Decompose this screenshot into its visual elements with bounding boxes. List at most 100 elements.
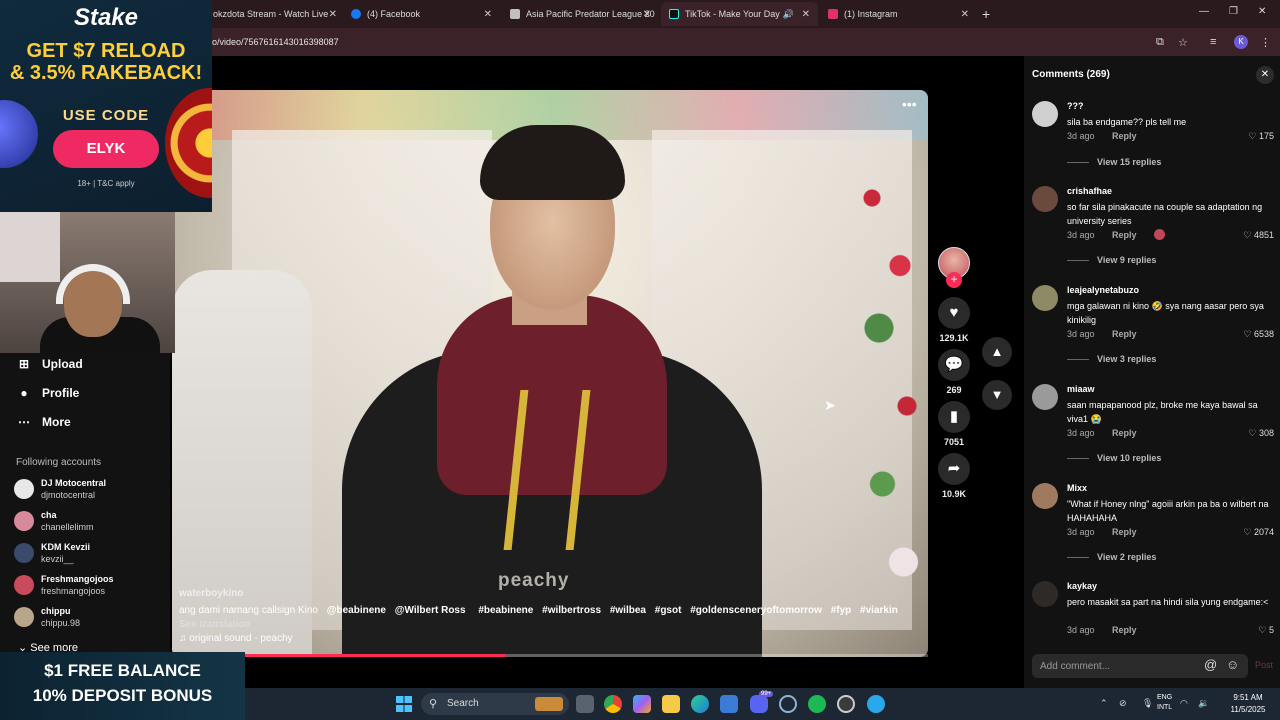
close-tab-icon[interactable]: ✕ xyxy=(484,9,492,20)
steam-icon[interactable] xyxy=(779,695,797,713)
previous-video-button[interactable]: ▲ xyxy=(982,337,1012,367)
hashtag-link[interactable]: #viarkin xyxy=(860,605,898,616)
comment-username[interactable]: kaykay xyxy=(1067,581,1097,591)
video-author[interactable]: waterboykino xyxy=(179,588,243,599)
hashtag-link[interactable]: #gsot xyxy=(655,605,682,616)
tab-tiktok[interactable]: TikTok - Make Your Day 🔊 ✕ xyxy=(661,2,818,26)
taskbar-clock[interactable]: 9:51 AM 11/5/2025 xyxy=(1219,692,1277,716)
stake-ad-banner[interactable]: Stake GET $7 RELOAD & 3.5% RAKEBACK! USE… xyxy=(0,0,212,212)
share-button[interactable]: ➦ xyxy=(938,453,970,485)
comment-username[interactable]: ??? xyxy=(1067,101,1084,111)
obs-icon[interactable] xyxy=(837,695,855,713)
chrome-icon[interactable] xyxy=(604,695,622,713)
close-window-icon[interactable]: ✕ xyxy=(1258,6,1266,17)
comment-like[interactable]: ♡ 2074 xyxy=(1243,527,1274,538)
cast-icon[interactable]: ⧉ xyxy=(1156,36,1164,49)
network-icon[interactable]: ⊘ xyxy=(1119,698,1127,709)
hashtag-link[interactable]: #wilbea xyxy=(610,605,646,616)
reply-button[interactable]: Reply xyxy=(1112,230,1137,240)
mention-link[interactable]: @Wilbert Ross xyxy=(395,605,466,616)
comment-username[interactable]: crishafhae xyxy=(1067,186,1112,196)
comment-like[interactable]: ♡ 6538 xyxy=(1243,329,1274,340)
avatar[interactable] xyxy=(1032,101,1058,127)
comment-like[interactable]: ♡ 4851 xyxy=(1243,230,1274,241)
avatar[interactable] xyxy=(1032,581,1058,607)
media-controls-icon[interactable]: ≡ xyxy=(1210,36,1216,48)
next-video-button[interactable]: ▼ xyxy=(982,380,1012,410)
volume-icon[interactable]: 🔉 xyxy=(1198,698,1209,709)
new-tab-icon[interactable]: + xyxy=(982,6,990,22)
task-view-icon[interactable] xyxy=(576,695,594,713)
view-replies-button[interactable]: View 15 replies xyxy=(1067,157,1161,167)
bookmark-star-icon[interactable]: ☆ xyxy=(1178,36,1188,49)
reply-button[interactable]: Reply xyxy=(1112,329,1137,339)
view-replies-button[interactable]: View 10 replies xyxy=(1067,453,1161,463)
hashtag-link[interactable]: #fyp xyxy=(831,605,852,616)
close-tab-icon[interactable]: ✕ xyxy=(802,9,810,20)
tray-chevron-up-icon[interactable]: ⌃ xyxy=(1100,698,1108,709)
emoji-icon[interactable]: ☺ xyxy=(1226,657,1239,672)
comment-username[interactable]: leajealynetabuzo xyxy=(1067,285,1139,295)
spotify-icon[interactable] xyxy=(808,695,826,713)
url-text[interactable]: o/video/7567616143016398087 xyxy=(212,37,339,47)
microphone-icon[interactable]: 🎙 xyxy=(1142,698,1153,709)
follow-plus-icon[interactable]: + xyxy=(946,272,962,288)
avatar[interactable] xyxy=(1032,285,1058,311)
avatar[interactable] xyxy=(1032,384,1058,410)
mention-link[interactable]: @beabinene xyxy=(327,605,386,616)
comment-like[interactable]: ♡ 175 xyxy=(1248,131,1274,142)
avatar[interactable] xyxy=(1032,186,1058,212)
following-account[interactable]: chippu chippu.98 xyxy=(14,604,164,632)
hashtag-link[interactable]: #goldensceneryoftomorrow xyxy=(690,605,822,616)
comment-like[interactable]: ♡ 308 xyxy=(1248,428,1274,439)
file-explorer-icon[interactable] xyxy=(662,695,680,713)
see-translation-link[interactable]: See translation xyxy=(179,619,251,630)
telegram-icon[interactable] xyxy=(867,695,885,713)
view-replies-button[interactable]: View 9 replies xyxy=(1067,255,1156,265)
promo-code-button[interactable]: ELYK xyxy=(53,130,159,168)
following-account[interactable]: Freshmangojoos freshmangojoos xyxy=(14,572,164,600)
sound-link[interactable]: ♫ original sound - peachy xyxy=(179,633,293,644)
menu-kebab-icon[interactable]: ⋮ xyxy=(1260,36,1271,49)
close-comments-button[interactable]: ✕ xyxy=(1256,66,1274,84)
save-button[interactable]: ▮ xyxy=(938,401,970,433)
video-progress-bar[interactable] xyxy=(172,654,928,657)
close-tab-icon[interactable]: ✕ xyxy=(643,9,651,20)
comment-username[interactable]: Mixx xyxy=(1067,483,1087,493)
view-replies-button[interactable]: View 3 replies xyxy=(1067,354,1156,364)
restore-icon[interactable]: ❐ xyxy=(1229,6,1238,17)
tab-instagram[interactable]: (1) Instagram ✕ xyxy=(820,2,977,26)
comment-button[interactable]: 💬 xyxy=(938,349,970,381)
input-language[interactable]: ENG INTL xyxy=(1157,693,1172,713)
sidebar-item-profile[interactable]: ● Profile xyxy=(16,386,79,400)
reply-button[interactable]: Reply xyxy=(1112,625,1137,635)
close-tab-icon[interactable]: ✕ xyxy=(329,9,337,20)
profile-avatar[interactable]: K xyxy=(1234,35,1248,49)
bonus-ad-banner[interactable]: $1 FREE BALANCE 10% DEPOSIT BONUS xyxy=(0,652,245,720)
reply-button[interactable]: Reply xyxy=(1112,527,1137,537)
add-comment-input[interactable] xyxy=(1040,658,1200,674)
following-account[interactable]: cha chanellelimm xyxy=(14,508,164,536)
mention-icon[interactable]: @ xyxy=(1204,657,1217,672)
tab-facebook[interactable]: (4) Facebook ✕ xyxy=(343,2,500,26)
reply-button[interactable]: Reply xyxy=(1112,428,1137,438)
wifi-icon[interactable]: ◠ xyxy=(1180,698,1188,709)
reply-button[interactable]: Reply xyxy=(1112,131,1137,141)
windows-start-icon[interactable] xyxy=(396,696,412,712)
store-icon[interactable] xyxy=(720,695,738,713)
edge-icon[interactable] xyxy=(691,695,709,713)
add-comment-box[interactable]: @ ☺ xyxy=(1032,654,1248,678)
speaker-icon[interactable]: 🔊 xyxy=(783,9,794,20)
following-account[interactable]: KDM Kevzii kevzii__ xyxy=(14,540,164,568)
avatar[interactable] xyxy=(1032,483,1058,509)
following-account[interactable]: DJ Motocentral djmotocentral xyxy=(14,476,164,504)
hashtag-link[interactable]: #beabinene xyxy=(478,605,533,616)
view-replies-button[interactable]: View 2 replies xyxy=(1067,552,1156,562)
like-button[interactable]: ♥ xyxy=(938,297,970,329)
post-comment-button[interactable]: Post xyxy=(1255,660,1273,670)
sidebar-item-upload[interactable]: ⊞ Upload xyxy=(16,357,83,371)
comment-like[interactable]: ♡ 5 xyxy=(1258,625,1274,636)
taskbar-search[interactable]: ⚲ Search xyxy=(421,693,569,715)
sidebar-item-more[interactable]: ⋯ More xyxy=(16,415,71,429)
comment-username[interactable]: miaaw xyxy=(1067,384,1095,394)
